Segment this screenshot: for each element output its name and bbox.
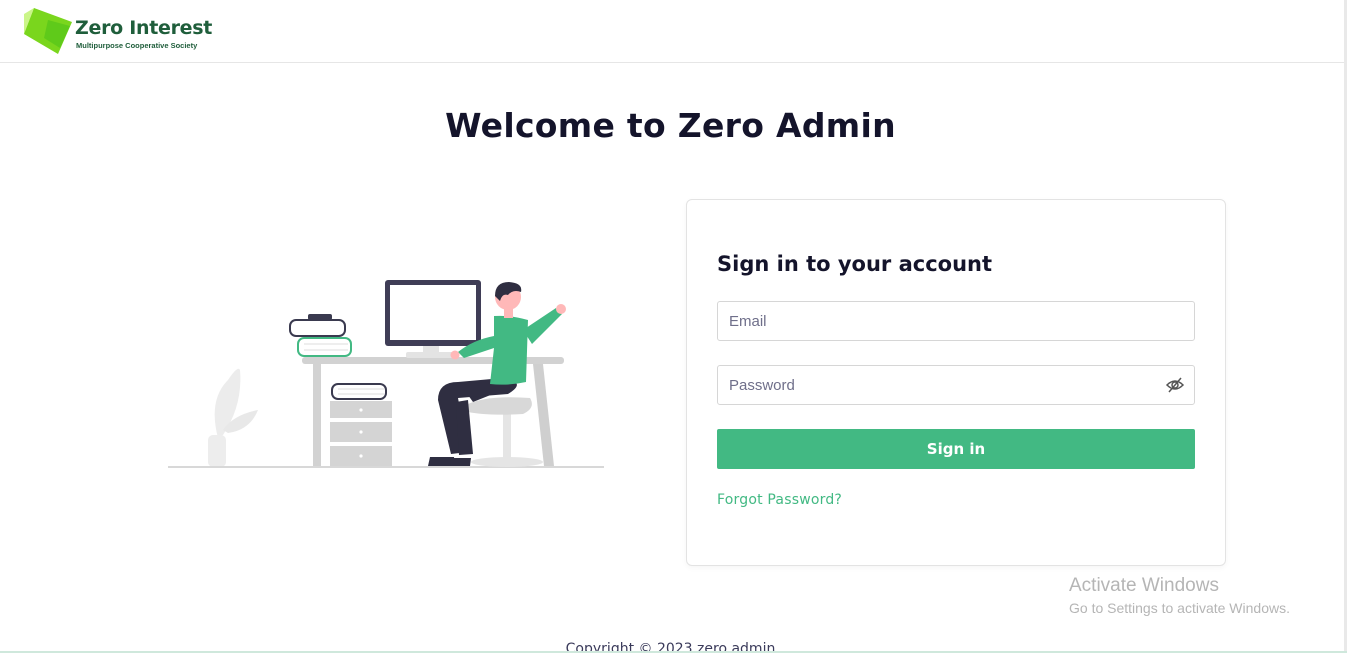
- signin-card: Sign in to your account Sign in Forgot P…: [686, 199, 1226, 566]
- password-input[interactable]: [717, 365, 1195, 405]
- activate-windows-subtitle: Go to Settings to activate Windows.: [1069, 600, 1290, 616]
- forgot-password-link[interactable]: Forgot Password?: [717, 492, 842, 508]
- logo-mark-icon: [24, 8, 72, 54]
- top-header: Zero Interest Multipurpose Cooperative S…: [0, 0, 1347, 63]
- page-title: Welcome to Zero Admin: [445, 106, 896, 145]
- workspace-illustration: [168, 280, 604, 468]
- logo-title: Zero Interest: [75, 17, 213, 39]
- activate-windows-title: Activate Windows: [1069, 575, 1219, 596]
- signin-button[interactable]: Sign in: [717, 429, 1195, 469]
- signin-title: Sign in to your account: [717, 252, 993, 276]
- brand-logo[interactable]: Zero Interest Multipurpose Cooperative S…: [24, 8, 224, 54]
- email-input[interactable]: [717, 301, 1195, 341]
- logo-subtitle: Multipurpose Cooperative Society: [76, 41, 198, 50]
- eye-off-icon[interactable]: [1165, 376, 1185, 394]
